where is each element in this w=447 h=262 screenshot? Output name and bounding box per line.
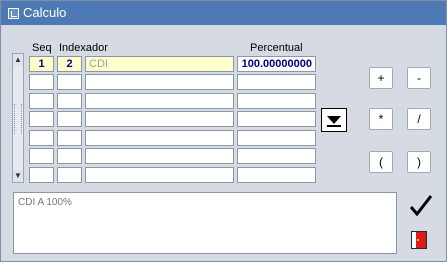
row-2-seq2[interactable] [57, 74, 82, 90]
row-4-indexador[interactable] [85, 111, 234, 127]
window-title: Calculo [23, 5, 67, 20]
formula-textarea[interactable]: CDI A 100% [13, 192, 397, 254]
row-5-indexador[interactable] [85, 130, 234, 146]
row-1-seq2[interactable]: 2 [57, 56, 82, 72]
row-5-percentual[interactable] [237, 130, 316, 146]
dropdown-arrow-icon[interactable] [321, 108, 347, 132]
grid-scrollbar[interactable]: ▲ ▼ [12, 53, 24, 183]
window-icon [8, 8, 19, 19]
row-3-percentual[interactable] [237, 93, 316, 109]
row-6-seq2[interactable] [57, 148, 82, 164]
row-4-seq2[interactable] [57, 111, 82, 127]
row-4-percentual[interactable] [237, 111, 316, 127]
plus-button[interactable]: + [369, 67, 393, 89]
row-7-indexador[interactable] [85, 167, 234, 183]
row-5-seq2[interactable] [57, 130, 82, 146]
scroll-up-icon[interactable]: ▲ [13, 54, 23, 66]
scroll-down-icon[interactable]: ▼ [13, 170, 23, 182]
exit-door-icon[interactable] [410, 230, 428, 250]
header-seq: Seq [32, 42, 52, 54]
divide-button[interactable]: / [407, 108, 431, 130]
row-7-seq2[interactable] [57, 167, 82, 183]
row-2-indexador[interactable] [85, 74, 234, 90]
row-1-percentual[interactable]: 100.00000000 [237, 56, 316, 72]
row-3-indexador[interactable] [85, 93, 234, 109]
title-bar: Calculo [1, 1, 446, 25]
header-percentual: Percentual [250, 42, 303, 54]
row-1-indexador[interactable]: CDI [85, 56, 234, 72]
row-6-indexador[interactable] [85, 148, 234, 164]
open-paren-button[interactable]: ( [369, 151, 393, 173]
row-2-percentual[interactable] [237, 74, 316, 90]
header-indexador: Indexador [59, 42, 108, 54]
row-3-seq2[interactable] [57, 93, 82, 109]
calculo-window: Calculo Seq Indexador Percentual ▲ ▼ 1 2… [0, 0, 447, 262]
row-7-seq[interactable] [29, 167, 54, 183]
minus-button[interactable]: - [407, 67, 431, 89]
row-7-percentual[interactable] [237, 167, 316, 183]
scroll-thumb[interactable] [14, 104, 22, 134]
dropdown-triangle [327, 116, 341, 124]
row-4-seq[interactable] [29, 111, 54, 127]
main-panel: Seq Indexador Percentual ▲ ▼ 1 2 CDI 100… [5, 30, 443, 258]
row-5-seq[interactable] [29, 130, 54, 146]
row-6-percentual[interactable] [237, 148, 316, 164]
multiply-button[interactable]: * [369, 108, 393, 130]
checkmark-icon[interactable] [408, 193, 434, 219]
row-2-seq[interactable] [29, 74, 54, 90]
row-6-seq[interactable] [29, 148, 54, 164]
close-paren-button[interactable]: ) [407, 151, 431, 173]
dropdown-bar [327, 125, 341, 127]
row-1-seq[interactable]: 1 [29, 56, 54, 72]
row-3-seq[interactable] [29, 93, 54, 109]
